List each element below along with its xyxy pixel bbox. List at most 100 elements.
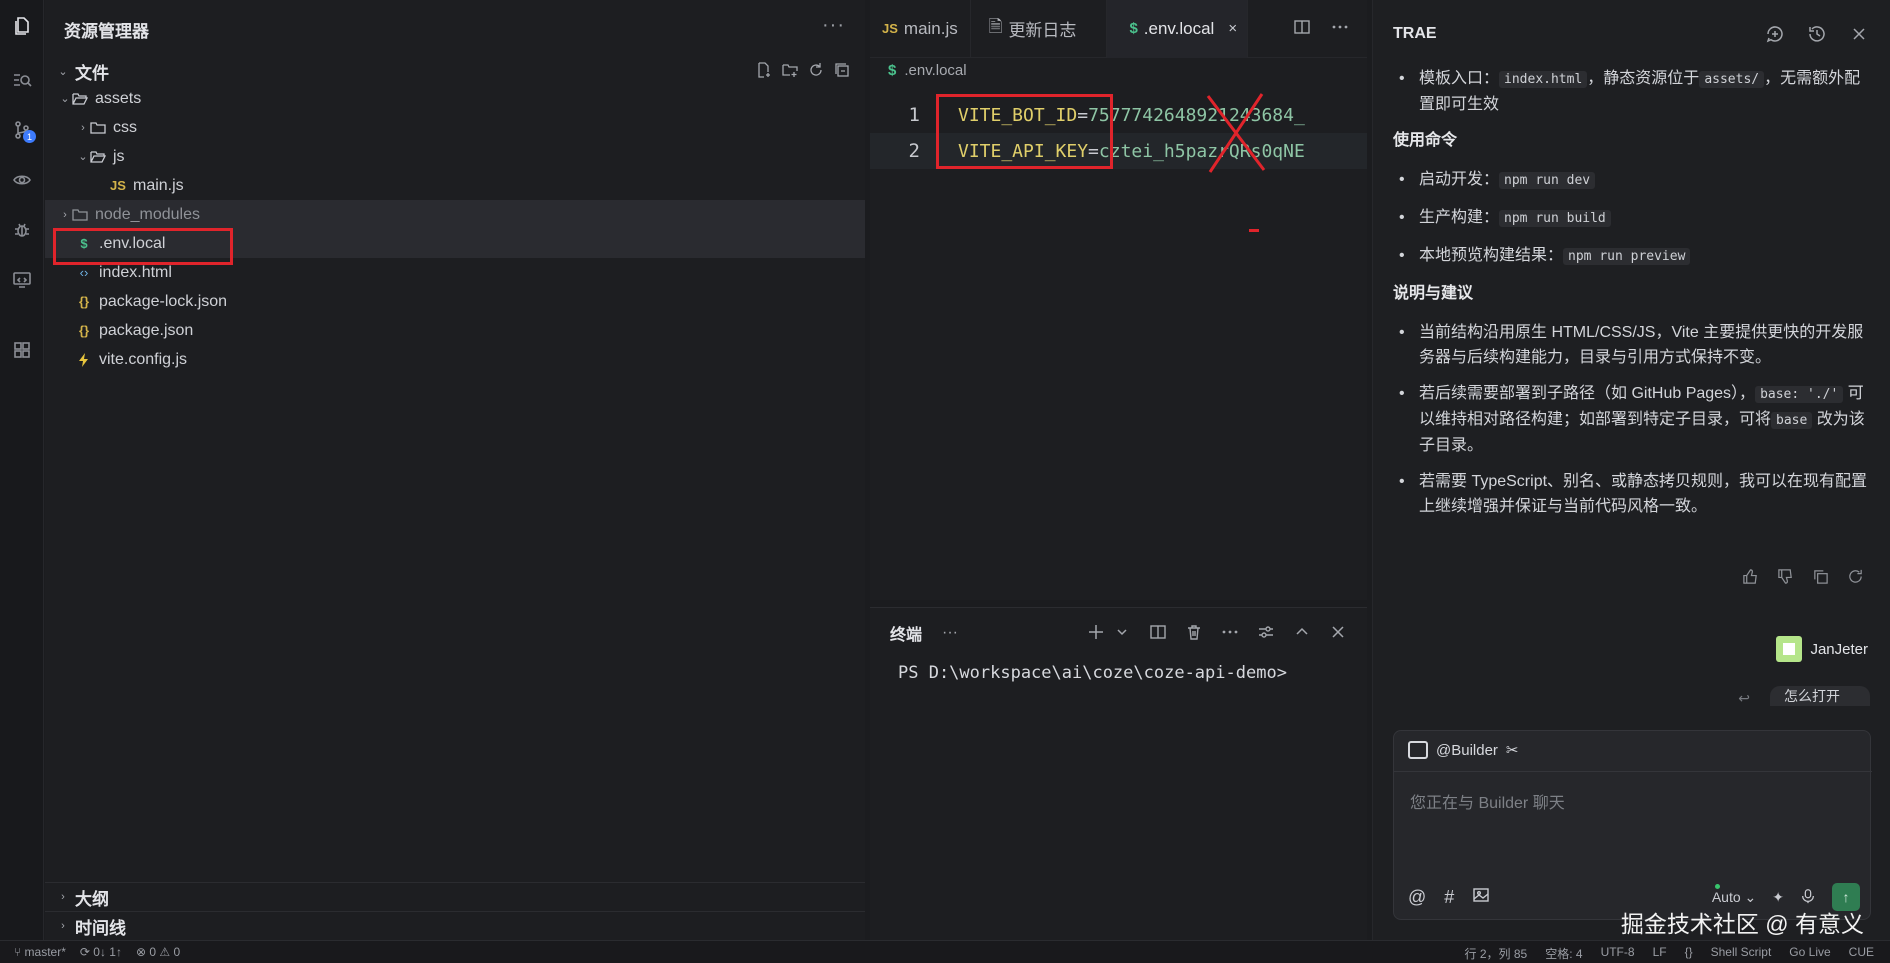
more-actions-icon[interactable]	[1221, 623, 1239, 646]
more-actions-icon[interactable]	[1331, 18, 1349, 41]
search-icon[interactable]	[6, 64, 38, 96]
new-file-icon[interactable]	[755, 61, 773, 79]
breadcrumb[interactable]: $ .env.local	[888, 62, 967, 79]
tree-item-package-json[interactable]: {} package.json	[45, 316, 865, 345]
tab-env-local[interactable]: $ .env.local ×	[1107, 0, 1249, 58]
collapse-all-icon[interactable]	[833, 61, 851, 79]
tab-label: main.js	[903, 18, 958, 38]
tab-changelog[interactable]: 🗎 更新日志	[971, 0, 1108, 58]
close-icon[interactable]	[1849, 24, 1869, 49]
add-terminal-icon[interactable]	[1087, 623, 1105, 646]
tab-label: 更新日志	[1008, 21, 1077, 40]
explorer-panel: 资源管理器 ··· ⌄ 文件 ⌄ assets › css ⌄ js JS ma…	[45, 0, 865, 940]
inline-code: npm run preview	[1563, 248, 1691, 265]
thumbs-down-icon[interactable]	[1777, 568, 1794, 590]
regenerate-icon[interactable]	[1847, 568, 1864, 590]
inline-code: base: './'	[1755, 386, 1844, 403]
sparkle-icon[interactable]: ✦	[1772, 889, 1784, 906]
tree-item-assets[interactable]: ⌄ assets	[45, 84, 865, 113]
terminal-tab[interactable]: 终端	[890, 621, 922, 645]
source-control-icon[interactable]: 1	[6, 114, 38, 146]
go-live-button[interactable]: Go Live	[1789, 945, 1830, 962]
editor-tabs: JS main.js 🗎 更新日志 $ .env.local ×	[870, 0, 1367, 58]
list-item: 模板入口：index.html，静态资源位于assets/，无需额外配置即可生效	[1393, 66, 1873, 117]
problems-status[interactable]: ⊗ 0 ⚠ 0	[136, 945, 180, 959]
tree-item-node-modules[interactable]: › node_modules	[45, 200, 865, 229]
tree-item-vite-config[interactable]: vite.config.js	[45, 345, 865, 374]
encoding[interactable]: UTF-8	[1601, 945, 1635, 962]
text: 生产构建：	[1419, 209, 1500, 226]
settings-sliders-icon[interactable]	[1257, 623, 1275, 646]
dollar-icon: $	[1129, 20, 1138, 37]
terminal-prompt[interactable]: PS D:\workspace\ai\coze\coze-api-demo>	[898, 663, 1287, 683]
reply-icon[interactable]: ↩	[1738, 690, 1750, 707]
close-icon[interactable]: ×	[1228, 20, 1237, 37]
timeline-label: 时间线	[75, 918, 126, 938]
editor-actions	[1293, 18, 1349, 41]
tree-item-label: vite.config.js	[99, 350, 188, 368]
trash-icon[interactable]	[1185, 623, 1203, 646]
chat-header: TRAE	[1373, 0, 1890, 68]
chevron-down-icon[interactable]	[1113, 623, 1131, 646]
chevron-down-icon: ⌄	[58, 65, 68, 78]
cue-status[interactable]: CUE	[1849, 945, 1874, 962]
close-icon[interactable]	[1329, 623, 1347, 646]
language-mode[interactable]: Shell Script	[1711, 945, 1772, 962]
breadcrumb-file: .env.local	[904, 62, 967, 79]
mention-icon[interactable]: @	[1408, 887, 1426, 908]
eye-icon[interactable]	[6, 164, 38, 196]
vite-icon	[75, 351, 93, 369]
chevron-right-icon: ›	[61, 891, 65, 903]
outline-section-header[interactable]: › 大纲	[45, 882, 865, 911]
image-icon[interactable]	[1472, 886, 1490, 909]
thumbs-up-icon[interactable]	[1742, 568, 1759, 590]
list-item: 生产构建：npm run build	[1393, 205, 1873, 231]
split-terminal-icon[interactable]	[1149, 623, 1167, 646]
tree-item-js[interactable]: ⌄ js	[45, 142, 865, 171]
outline-label: 大纲	[75, 889, 109, 909]
hash-icon[interactable]: #	[1444, 887, 1454, 908]
indentation[interactable]: 空格: 4	[1545, 945, 1582, 962]
chat-input[interactable]: 您正在与 Builder 聊天	[1410, 789, 1565, 813]
tree-item-label: package-lock.json	[99, 292, 228, 310]
explorer-icon[interactable]	[6, 10, 38, 42]
maximize-panel-icon[interactable]	[1293, 623, 1311, 646]
tab-main-js[interactable]: JS main.js	[870, 0, 971, 58]
refresh-icon[interactable]	[807, 61, 825, 79]
editor-panel: JS main.js 🗎 更新日志 $ .env.local × $ .env.l…	[870, 0, 1367, 600]
chat-header-tools	[1765, 24, 1869, 49]
sync-status[interactable]: ⟳ 0↓ 1↑	[80, 945, 122, 959]
extensions-icon[interactable]	[6, 334, 38, 366]
terminal-more-icon[interactable]: ···	[942, 624, 958, 642]
user-name: JanJeter	[1810, 640, 1868, 658]
agent-tag[interactable]: @Builder ✂	[1408, 741, 1519, 759]
microphone-icon[interactable]	[1800, 888, 1816, 907]
history-icon[interactable]	[1807, 24, 1827, 49]
tab-label: .env.local	[1143, 18, 1215, 38]
user-message-header: JanJeter	[1776, 636, 1868, 662]
tree-item-label: package.json	[99, 321, 194, 339]
new-folder-icon[interactable]	[781, 61, 799, 79]
timeline-section-header[interactable]: › 时间线	[45, 911, 865, 940]
split-editor-icon[interactable]	[1293, 18, 1311, 41]
branch-status[interactable]: ⑂ master*	[14, 945, 66, 959]
line-ending[interactable]: LF	[1653, 945, 1667, 962]
branch-name: master*	[24, 945, 66, 959]
files-section-header[interactable]: ⌄ 文件	[45, 58, 865, 84]
explorer-more-icon[interactable]: ···	[822, 14, 845, 37]
terminal-toolbar	[1087, 623, 1347, 646]
tree-item-css[interactable]: › css	[45, 113, 865, 142]
explorer-title: 资源管理器	[64, 21, 149, 41]
tree-item-package-lock-json[interactable]: {} package-lock.json	[45, 287, 865, 316]
inline-code: npm run dev	[1499, 172, 1596, 189]
debug-icon[interactable]	[6, 214, 38, 246]
new-chat-icon[interactable]	[1765, 24, 1785, 49]
remote-icon[interactable]	[6, 264, 38, 296]
mode-select[interactable]: Auto ⌄	[1712, 889, 1756, 906]
copy-icon[interactable]	[1812, 568, 1829, 590]
tree-item-main-js[interactable]: JS main.js	[45, 171, 865, 200]
braces-icon[interactable]: {}	[1685, 945, 1693, 962]
warning-count: 0	[173, 945, 181, 959]
cursor-position[interactable]: 行 2，列 85	[1465, 945, 1528, 962]
ide-window: 1 资源管理器 ··· ⌄ 文件 ⌄ assets › css ⌄ js JS …	[0, 0, 1890, 963]
